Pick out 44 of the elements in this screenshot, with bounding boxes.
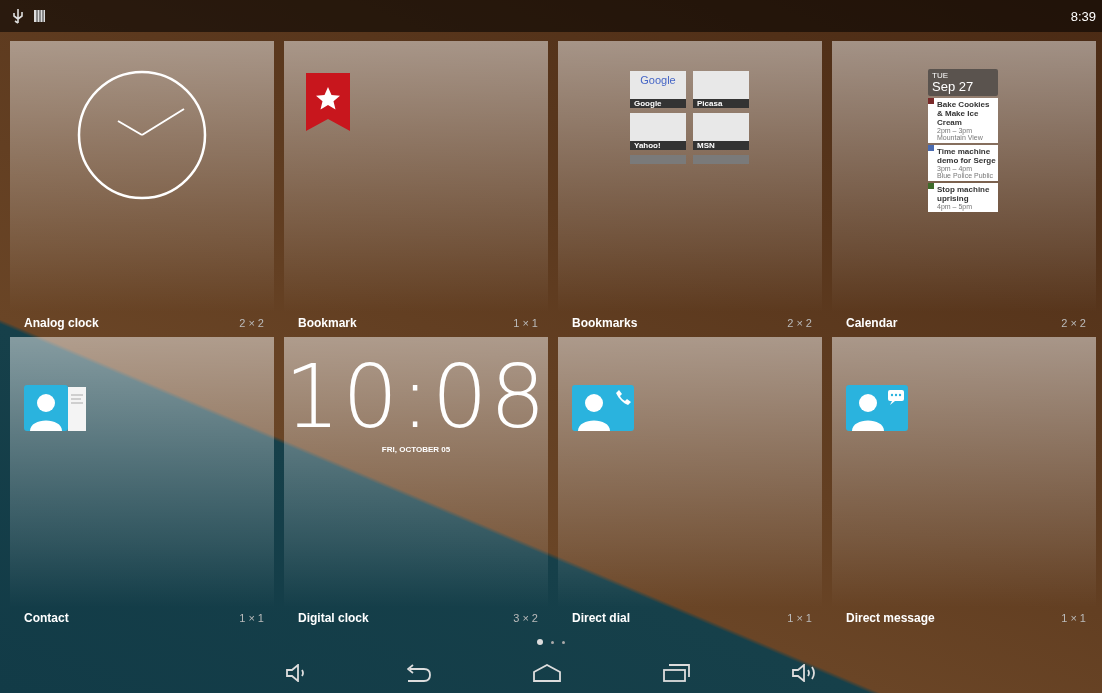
bookmark-ribbon-icon bbox=[306, 73, 350, 131]
event-title: Bake Cookies & Make Ice Cream bbox=[937, 100, 991, 127]
recents-icon bbox=[663, 664, 690, 682]
contact-phone-icon bbox=[572, 384, 634, 431]
page-indicator-dot[interactable] bbox=[551, 640, 554, 644]
volume-down-icon bbox=[286, 664, 305, 682]
widget-name: Direct dial bbox=[572, 611, 631, 625]
event-title: Stop machine uprising bbox=[937, 185, 991, 203]
widget-name: Bookmark bbox=[298, 315, 357, 330]
widget-name: Bookmarks bbox=[572, 315, 638, 330]
calendar-date: Sep 27 bbox=[932, 80, 975, 94]
clock-time: 10:08 bbox=[284, 350, 548, 443]
calendar-weekday: TUE bbox=[932, 71, 949, 80]
widget-size: 1 × 1 bbox=[787, 612, 812, 624]
widget-size: 1 × 1 bbox=[239, 612, 264, 624]
widget-size: 1 × 1 bbox=[1061, 612, 1086, 624]
sd-card-icon bbox=[34, 8, 45, 24]
widget-name: Digital clock bbox=[298, 611, 369, 625]
contact-message-icon bbox=[846, 384, 908, 431]
widget-name: Contact bbox=[24, 611, 69, 625]
thumbnail-label: Yahoo! bbox=[630, 141, 686, 150]
usb-icon bbox=[12, 8, 24, 24]
volume-up-icon bbox=[792, 664, 816, 682]
widget-name: Analog clock bbox=[24, 315, 99, 330]
thumbnail-label: Picasa bbox=[693, 99, 749, 108]
status-time: 8:39 bbox=[1070, 8, 1096, 24]
back-icon bbox=[407, 664, 431, 682]
widget-size: 3 × 2 bbox=[513, 612, 538, 624]
analog-clock-icon bbox=[76, 69, 208, 201]
page-indicator-dot[interactable] bbox=[562, 640, 565, 644]
widget-size: 2 × 2 bbox=[1061, 316, 1086, 329]
widget-name: Calendar bbox=[846, 315, 898, 330]
home-icon bbox=[533, 664, 561, 682]
widget-size: 1 × 1 bbox=[513, 316, 538, 329]
contact-card-icon bbox=[24, 384, 86, 431]
widget-name: Direct message bbox=[846, 611, 935, 625]
widget-size: 2 × 2 bbox=[239, 316, 264, 329]
page-indicator-dot[interactable] bbox=[537, 639, 543, 645]
event-title: Time machine demo for Serge bbox=[937, 147, 996, 165]
clock-date: FRI, OCTOBER 05 bbox=[381, 444, 451, 454]
thumbnail-label: MSN bbox=[693, 141, 749, 150]
page-logo: Google bbox=[639, 73, 677, 86]
widget-size: 2 × 2 bbox=[787, 316, 812, 329]
thumbnail-label: Google bbox=[630, 99, 686, 108]
